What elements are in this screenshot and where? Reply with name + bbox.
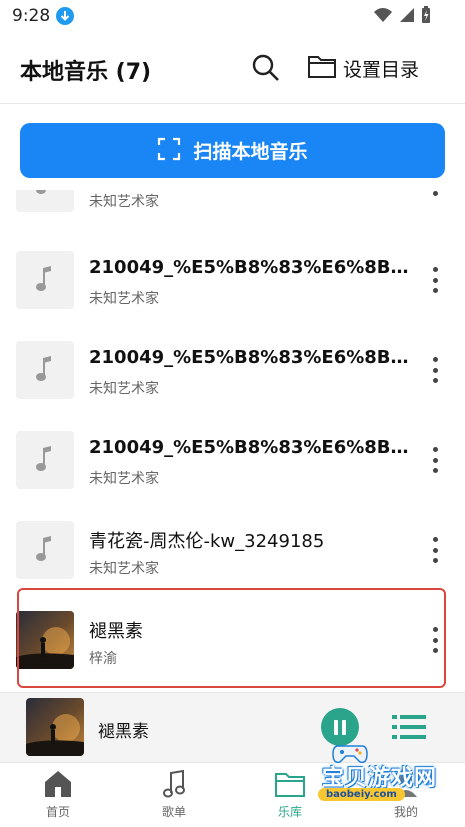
tab-home[interactable]: 首页 <box>18 769 98 827</box>
mini-player-cover <box>26 698 84 756</box>
scan-icon <box>157 137 181 165</box>
more-icon <box>432 267 438 272</box>
song-thumbnail <box>16 190 74 212</box>
song-artist: 未知艺术家 <box>89 561 159 577</box>
song-row[interactable]: 210049_%E5%B8%83%E6%8B%89... 未知艺术家 <box>0 325 465 415</box>
music-note-icon <box>34 443 56 477</box>
battery-icon <box>421 6 431 28</box>
watermark: 宝贝游戏网 baobeiy.com <box>288 740 465 810</box>
song-title: 青花瓷-周杰伦-kw_3249185 <box>89 531 325 552</box>
song-thumbnail <box>16 251 74 309</box>
set-directory-button[interactable]: 设置目录 <box>307 52 419 84</box>
more-options-button[interactable] <box>424 355 446 385</box>
header: 本地音乐 (7) 设置目录 <box>0 34 465 104</box>
more-icon <box>432 447 438 452</box>
playlist-button[interactable] <box>392 712 426 742</box>
song-title: 210049_%E5%B8%83%E6%8B%89... <box>89 257 409 278</box>
watermark-url: baobeiy.com <box>318 788 405 801</box>
folder-icon <box>307 53 337 83</box>
mini-player-title: 褪黑素 <box>98 722 149 742</box>
song-row[interactable]: 210049_%E5%B8%83%E6%8B%89... 未知艺术家 <box>0 415 465 505</box>
pause-icon <box>334 719 338 735</box>
tab-label: 歌单 <box>161 805 186 819</box>
music-note-icon <box>34 353 56 387</box>
tab-playlists[interactable]: 歌单 <box>134 769 214 827</box>
music-note-icon <box>34 263 56 297</box>
song-thumbnail <box>16 341 74 399</box>
set-directory-label: 设置目录 <box>343 58 420 81</box>
more-icon <box>432 537 438 542</box>
download-icon <box>56 7 74 25</box>
search-button[interactable] <box>250 52 282 84</box>
music-note-icon <box>158 769 190 799</box>
more-options-button[interactable] <box>424 265 446 295</box>
music-note-icon <box>34 190 56 200</box>
home-icon <box>42 769 74 799</box>
scan-local-music-button[interactable]: 扫描本地音乐 <box>20 123 445 178</box>
more-options-button[interactable] <box>424 535 446 565</box>
status-bar: 9:28 <box>0 0 465 34</box>
song-thumbnail <box>16 521 74 579</box>
tab-label: 首页 <box>45 805 70 819</box>
song-artist: 未知艺术家 <box>89 194 159 210</box>
song-title: 210049_%E5%B8%83%E6%8B%89... <box>89 347 409 368</box>
song-artist: 未知艺术家 <box>89 471 159 487</box>
scan-button-label: 扫描本地音乐 <box>193 141 308 163</box>
more-options-button[interactable] <box>424 190 446 198</box>
song-artist: 未知艺术家 <box>89 381 159 397</box>
signal-icon <box>399 7 415 27</box>
more-icon <box>432 357 438 362</box>
song-thumbnail <box>16 431 74 489</box>
music-note-icon <box>34 533 56 567</box>
status-time: 9:28 <box>12 6 51 26</box>
song-row[interactable]: 未知艺术家 <box>0 190 465 228</box>
song-row[interactable]: 青花瓷-周杰伦-kw_3249185 未知艺术家 <box>0 505 465 595</box>
page-title: 本地音乐 (7) <box>20 60 152 85</box>
more-options-button[interactable] <box>424 445 446 475</box>
wifi-icon <box>373 7 393 27</box>
song-row[interactable]: 210049_%E5%B8%83%E6%8B%89... 未知艺术家 <box>0 235 465 325</box>
selection-highlight <box>17 588 446 688</box>
song-artist: 未知艺术家 <box>89 291 159 307</box>
song-title: 210049_%E5%B8%83%E6%8B%89... <box>89 437 409 458</box>
search-icon <box>250 54 282 88</box>
